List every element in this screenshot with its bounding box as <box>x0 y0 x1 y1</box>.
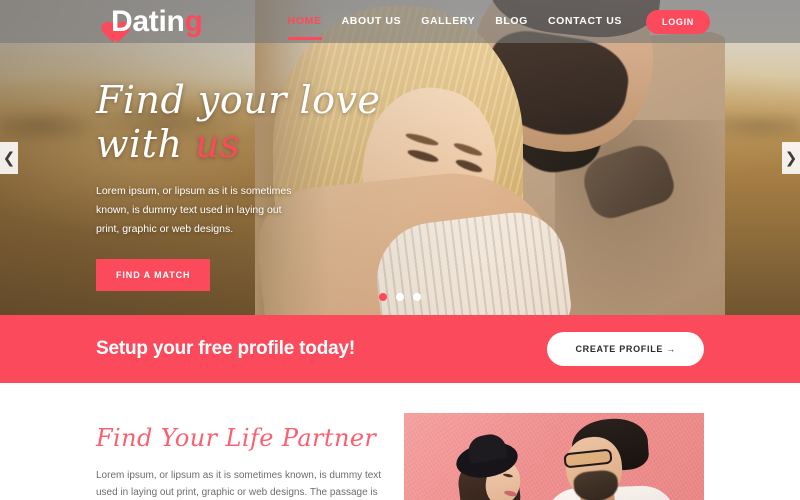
pink-wall-texture <box>404 413 704 500</box>
chevron-right-icon: ❯ <box>784 148 798 167</box>
nav-item-contact-us[interactable]: CONTACT US <box>548 0 622 43</box>
cta-title: Setup your free profile today! <box>96 338 355 359</box>
hero-title-line2: with <box>96 122 196 166</box>
hero-title: Find your love with us <box>96 78 396 166</box>
carousel-dot[interactable] <box>379 293 387 301</box>
about-text-column: Find Your Life Partner Lorem ipsum, or l… <box>96 423 396 500</box>
create-profile-button[interactable]: CREATE PROFILE → <box>547 332 704 366</box>
hero-content: Find your love with us Lorem ipsum, or l… <box>96 78 396 291</box>
create-profile-label: CREATE PROFILE <box>575 344 664 354</box>
hero-title-accent: us <box>195 122 240 166</box>
page-root: Find your love with us Lorem ipsum, or l… <box>0 0 800 500</box>
man-beard-2 <box>572 469 620 500</box>
about-title: Find Your Life Partner <box>96 424 377 452</box>
login-button[interactable]: LOGIN <box>646 9 710 34</box>
logo-text-accent: g <box>184 5 203 38</box>
nav-item-about-us[interactable]: ABOUT US <box>342 0 402 43</box>
site-header: Dating HOME ABOUT US GALLERY BLOG CONTAC… <box>0 0 800 43</box>
hero-description: Lorem ipsum, or lipsum as it is sometime… <box>96 185 292 235</box>
about-description: Lorem ipsum, or lipsum as it is sometime… <box>96 470 382 498</box>
carousel-next-arrow[interactable]: ❯ <box>782 142 800 174</box>
nav-item-home[interactable]: HOME <box>287 0 322 43</box>
hero-section: Find your love with us Lorem ipsum, or l… <box>0 0 800 315</box>
logo-text-main: Datin <box>111 5 185 38</box>
chevron-left-icon: ❮ <box>2 148 16 167</box>
arrow-right-icon: → <box>666 344 676 354</box>
nav-item-gallery[interactable]: GALLERY <box>421 0 475 43</box>
find-a-match-button[interactable]: FIND A MATCH <box>96 259 211 291</box>
nav-item-blog[interactable]: BLOG <box>495 0 528 43</box>
carousel-prev-arrow[interactable]: ❮ <box>0 142 18 174</box>
logo-text: Dating <box>111 5 203 39</box>
carousel-dots <box>0 293 800 301</box>
hero-title-line1: Find your love <box>96 78 381 122</box>
carousel-dot[interactable] <box>413 293 421 301</box>
main-navigation: HOME ABOUT US GALLERY BLOG CONTACT US LO… <box>287 0 710 43</box>
carousel-dot[interactable] <box>396 293 404 301</box>
about-couple-photo <box>404 413 704 500</box>
site-logo[interactable]: Dating <box>96 4 203 40</box>
cta-band: Setup your free profile today! CREATE PR… <box>0 315 800 383</box>
